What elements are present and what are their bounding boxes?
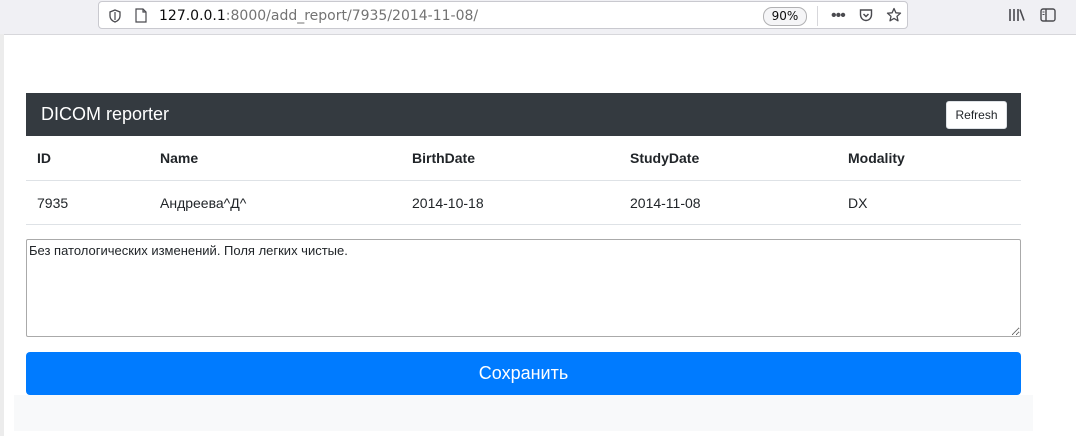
- cell-id: 7935: [26, 180, 149, 225]
- column-header-modality: Modality: [837, 136, 1021, 181]
- study-table: ID Name BirthDate StudyDate Modality 793…: [26, 136, 1021, 225]
- page-actions-more-icon[interactable]: •••: [831, 7, 846, 25]
- save-button[interactable]: Сохранить: [26, 352, 1021, 395]
- column-header-id: ID: [26, 136, 149, 181]
- column-header-name: Name: [149, 136, 401, 181]
- window-left-edge: [0, 34, 4, 436]
- table-header-row: ID Name BirthDate StudyDate Modality: [26, 136, 1021, 181]
- pocket-icon[interactable]: [859, 8, 873, 27]
- url-path: :8000/add_report/7935/2014-11-08/: [225, 8, 479, 24]
- cell-name: Андреева^Д^: [149, 180, 401, 225]
- refresh-button[interactable]: Refresh: [946, 101, 1007, 129]
- zoom-level-badge[interactable]: 90%: [763, 7, 807, 26]
- bookmark-star-icon[interactable]: [886, 7, 902, 28]
- browser-toolbar: 127.0.0.1:8000/add_report/7935/2014-11-0…: [0, 0, 1076, 35]
- cell-studydate: 2014-11-08: [619, 180, 837, 225]
- cell-modality: DX: [837, 180, 1021, 225]
- page-footer-area: [14, 395, 1033, 431]
- sidebar-toggle-icon[interactable]: [1040, 8, 1056, 27]
- column-header-birthdate: BirthDate: [401, 136, 619, 181]
- page-info-icon[interactable]: [135, 8, 147, 28]
- tracking-shield-icon[interactable]: [109, 9, 121, 28]
- url-text[interactable]: 127.0.0.1:8000/add_report/7935/2014-11-0…: [159, 8, 478, 24]
- app-navbar: DICOM reporter Refresh: [26, 93, 1021, 136]
- column-header-studydate: StudyDate: [619, 136, 837, 181]
- cell-birthdate: 2014-10-18: [401, 180, 619, 225]
- library-icon[interactable]: [1008, 8, 1026, 27]
- address-bar[interactable]: 127.0.0.1:8000/add_report/7935/2014-11-0…: [98, 1, 908, 29]
- table-row: 7935 Андреева^Д^ 2014-10-18 2014-11-08 D…: [26, 180, 1021, 225]
- urlbar-divider: [817, 6, 818, 26]
- report-textarea[interactable]: Без патологических изменений. Поля легки…: [26, 239, 1021, 337]
- url-host: 127.0.0.1: [159, 8, 226, 24]
- app-brand[interactable]: DICOM reporter: [41, 104, 169, 125]
